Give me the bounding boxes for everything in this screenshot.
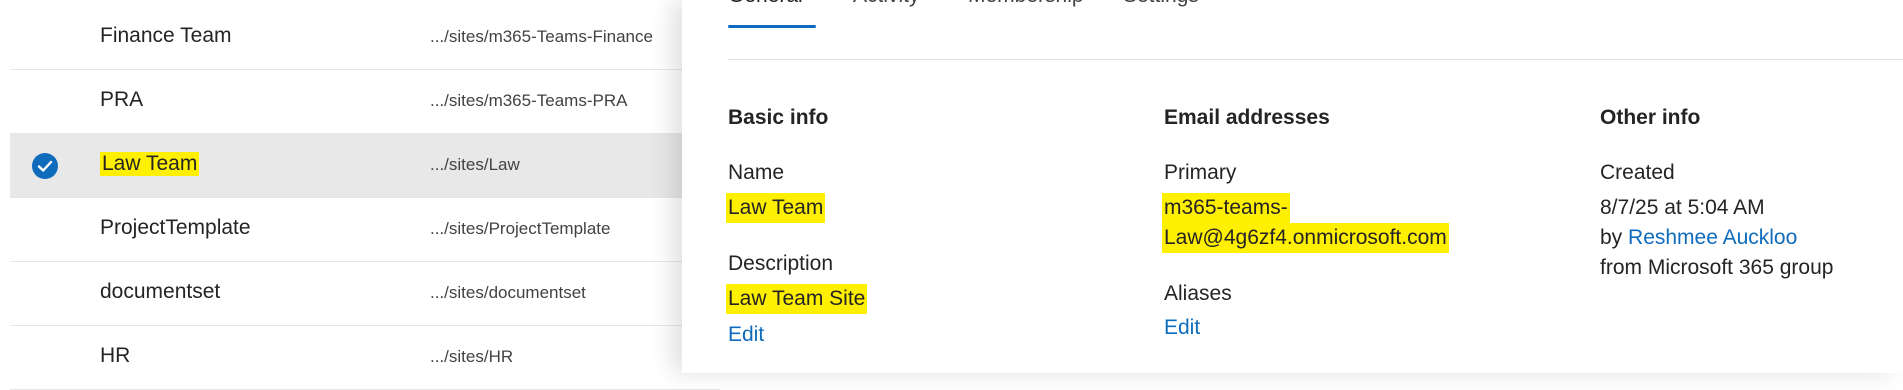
site-name[interactable]: HR — [100, 344, 130, 368]
list-item[interactable]: ProjectTemplate .../sites/ProjectTemplat… — [10, 198, 720, 262]
email-addresses-heading: Email addresses — [1164, 106, 1330, 129]
name-label: Name — [728, 161, 785, 184]
created-value: 8/7/25 at 5:04 AM — [1600, 196, 1765, 219]
list-item[interactable]: PRA .../sites/m365-Teams-PRA — [10, 70, 720, 134]
created-by: by Reshmee Auckloo — [1600, 223, 1797, 253]
description-value: Law Team Site — [726, 284, 868, 314]
site-details-panel: General Activity Membership Settings Bas… — [682, 0, 1903, 373]
created-by-user-link[interactable]: Reshmee Auckloo — [1628, 226, 1797, 249]
primary-email-line2: Law@4g6zf4.onmicrosoft.com — [1162, 223, 1449, 253]
site-name[interactable]: Finance Team — [100, 24, 232, 48]
site-url: .../sites/m365-Teams-PRA — [430, 91, 628, 110]
divider — [728, 59, 1903, 60]
basic-info-heading: Basic info — [728, 106, 829, 129]
site-url: .../sites/m365-Teams-Finance — [430, 27, 653, 46]
active-tab-indicator — [728, 25, 816, 28]
checkmark-icon[interactable] — [32, 153, 58, 179]
site-name[interactable]: Law Team — [100, 152, 200, 176]
site-name[interactable]: ProjectTemplate — [100, 216, 251, 240]
edit-basic-info-link[interactable]: Edit — [728, 323, 764, 347]
list-item[interactable]: documentset .../sites/documentset — [10, 262, 720, 326]
by-prefix: by — [1600, 226, 1623, 249]
primary-label: Primary — [1164, 161, 1237, 184]
tab-general[interactable]: General — [728, 0, 803, 8]
site-name[interactable]: PRA — [100, 88, 143, 112]
tab-membership[interactable]: Membership — [968, 0, 1084, 8]
site-name[interactable]: documentset — [100, 280, 220, 304]
description-label: Description — [728, 252, 834, 275]
list-item[interactable]: HR .../sites/HR — [10, 326, 720, 390]
aliases-label: Aliases — [1164, 282, 1232, 305]
sites-list: Finance Team .../sites/m365-Teams-Financ… — [0, 0, 720, 390]
tab-settings[interactable]: Settings — [1123, 0, 1199, 8]
list-item[interactable]: Finance Team .../sites/m365-Teams-Financ… — [10, 6, 720, 70]
other-info-heading: Other info — [1600, 106, 1701, 129]
site-url: .../sites/HR — [430, 347, 514, 366]
site-url: .../sites/ProjectTemplate — [430, 219, 611, 238]
primary-email-line1: m365-teams- — [1162, 193, 1290, 223]
list-item-selected[interactable]: Law Team .../sites/Law — [10, 134, 720, 198]
created-label: Created — [1600, 161, 1675, 184]
site-url: .../sites/Law — [430, 155, 520, 174]
name-value: Law Team — [726, 193, 826, 223]
created-from: from Microsoft 365 group — [1600, 256, 1834, 279]
tab-activity[interactable]: Activity — [853, 0, 920, 8]
edit-aliases-link[interactable]: Edit — [1164, 316, 1200, 340]
site-url: .../sites/documentset — [430, 283, 586, 302]
